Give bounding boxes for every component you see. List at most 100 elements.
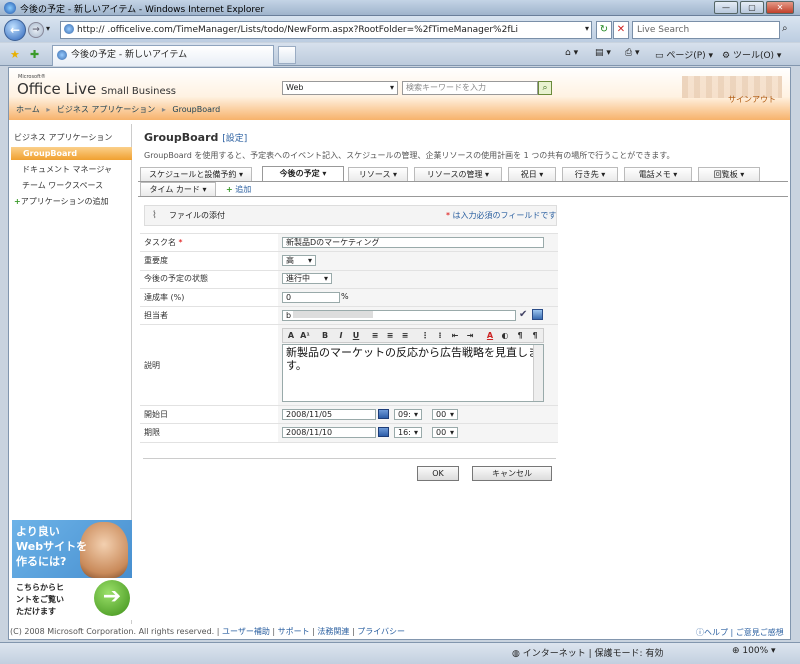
- footer-link-accessibility[interactable]: ユーザー補助: [222, 627, 270, 636]
- search-scope-select[interactable]: Web ▾: [282, 81, 398, 95]
- start-minute-value: 00: [436, 410, 447, 419]
- row-divider: [140, 270, 558, 271]
- description-editor[interactable]: 新製品のマーケットの反応から広告戦略を見直します。: [282, 344, 544, 402]
- rtl-icon[interactable]: ¶: [529, 330, 541, 341]
- feedback-link[interactable]: ご意見ご感想: [736, 628, 784, 637]
- align-center-icon[interactable]: ≡: [384, 330, 396, 341]
- cancel-button[interactable]: キャンセル: [472, 466, 552, 481]
- editor-scrollbar[interactable]: [533, 345, 543, 401]
- page-menu[interactable]: ▭ ページ(P) ▾: [655, 48, 713, 61]
- home-icon[interactable]: ⌂ ▾: [565, 48, 578, 58]
- live-search-input[interactable]: Live Search: [632, 21, 780, 39]
- tab-label: スケジュールと設備予約: [148, 170, 237, 179]
- breadcrumb-home[interactable]: ホーム: [16, 105, 40, 114]
- forward-arrow-icon[interactable]: →: [28, 22, 44, 38]
- address-book-icon[interactable]: [532, 309, 543, 320]
- footer-link-legal[interactable]: 法務関連: [317, 627, 349, 636]
- sidebar-item-document-manager[interactable]: ドキュメント マネージャ: [22, 164, 112, 175]
- due-date-input[interactable]: 2008/11/10: [282, 427, 376, 438]
- task-name-input[interactable]: 新製品Dのマーケティング: [282, 237, 544, 248]
- sidebar-item-groupboard[interactable]: GroupBoard: [11, 147, 132, 160]
- due-hour-select[interactable]: 16:: [394, 427, 422, 438]
- person-photo: [80, 522, 128, 578]
- tab-resource-mgmt[interactable]: リソースの管理 ▾: [414, 167, 502, 181]
- settings-link[interactable]: [設定]: [222, 134, 247, 144]
- tab-timecard[interactable]: タイム カード ▾: [140, 182, 216, 196]
- address-dropdown-icon[interactable]: ▾: [585, 24, 589, 33]
- italic-icon[interactable]: I: [335, 330, 347, 341]
- footer-link-privacy[interactable]: プライバシー: [357, 627, 405, 636]
- ok-button[interactable]: OK: [417, 466, 459, 481]
- window-titlebar: 今後の予定 - 新しいアイテム - Windows Internet Explo…: [0, 0, 800, 16]
- percent-input[interactable]: 0: [282, 292, 340, 303]
- numbered-list-icon[interactable]: ⋮: [419, 330, 431, 341]
- stop-icon[interactable]: ✕: [613, 21, 629, 39]
- check-names-icon[interactable]: ✔: [519, 309, 527, 320]
- help-link[interactable]: ヘルプ: [704, 628, 728, 637]
- promo-ad[interactable]: より良い Webサイトを 作るには? こちらからヒ ントをご覧い ただけます ➔: [12, 520, 132, 620]
- site-search-button[interactable]: ⌕: [538, 81, 552, 95]
- search-icon[interactable]: ⌕: [782, 23, 788, 34]
- sign-out-link[interactable]: サインアウト: [672, 94, 776, 105]
- add-favorite-icon[interactable]: ✚: [30, 48, 39, 61]
- zoom-control[interactable]: ⊕ 100% ▾: [732, 646, 776, 656]
- align-left-icon[interactable]: ≡: [369, 330, 381, 341]
- text-color-icon[interactable]: A: [484, 330, 496, 341]
- start-minute-select[interactable]: 00: [432, 409, 458, 420]
- tools-menu[interactable]: ⚙ ツール(O) ▾: [722, 48, 781, 61]
- highlight-icon[interactable]: ◐: [499, 330, 511, 341]
- tab-resources[interactable]: リソース ▾: [348, 167, 408, 181]
- tab-circular[interactable]: 回覧板 ▾: [698, 167, 760, 181]
- refresh-icon[interactable]: ↻: [596, 21, 612, 39]
- address-field[interactable]: http:// .officelive.com/TimeManager/List…: [60, 21, 592, 39]
- favorites-star-icon[interactable]: ★: [10, 48, 20, 61]
- due-hour-value: 16:: [398, 428, 411, 437]
- print-icon[interactable]: ⎙ ▾: [625, 48, 640, 58]
- outdent-icon[interactable]: ⇤: [449, 330, 461, 341]
- browser-tab[interactable]: 今後の予定 - 新しいアイテム: [52, 45, 274, 66]
- back-arrow-icon[interactable]: ←: [4, 19, 26, 41]
- tab-holidays[interactable]: 祝日 ▾: [508, 167, 556, 181]
- assigned-input[interactable]: b: [282, 310, 516, 321]
- calendar-icon[interactable]: [378, 409, 389, 419]
- font-size-icon[interactable]: A¹: [299, 330, 311, 341]
- plus-icon: +: [14, 197, 21, 206]
- bullet-list-icon[interactable]: ⁝: [434, 330, 446, 341]
- tab-label: リソース: [358, 170, 391, 179]
- footer-link-support[interactable]: サポート: [278, 627, 310, 636]
- calendar-icon[interactable]: [378, 427, 389, 437]
- new-tab-button[interactable]: [278, 46, 296, 64]
- priority-select[interactable]: 高: [282, 255, 316, 266]
- breadcrumb-apps[interactable]: ビジネス アプリケーション: [57, 105, 155, 114]
- priority-value: 高: [286, 256, 294, 265]
- tab-upcoming[interactable]: 今後の予定 ▾: [262, 166, 344, 181]
- status-select[interactable]: 進行中: [282, 273, 332, 284]
- start-hour-select[interactable]: 09:: [394, 409, 422, 420]
- ltr-icon[interactable]: ¶: [514, 330, 526, 341]
- minimize-button[interactable]: —: [714, 1, 738, 14]
- indent-icon[interactable]: ⇥: [464, 330, 476, 341]
- tab-schedule[interactable]: スケジュールと設備予約 ▾: [140, 167, 252, 181]
- maximize-button[interactable]: ▢: [740, 1, 764, 14]
- underline-icon[interactable]: U: [350, 330, 362, 341]
- feeds-icon[interactable]: ▤ ▾: [595, 48, 611, 58]
- close-button[interactable]: ✕: [766, 1, 794, 14]
- start-date-input[interactable]: 2008/11/05: [282, 409, 376, 420]
- tab-label: 回覧板: [713, 170, 738, 179]
- sidebar-add-app[interactable]: +アプリケーションの追加: [14, 196, 109, 207]
- history-dropdown-icon[interactable]: ▾: [46, 24, 50, 33]
- tab-destinations[interactable]: 行き先 ▾: [562, 167, 618, 181]
- office-live-logo[interactable]: Office Live Small Business: [17, 80, 176, 98]
- bold-icon[interactable]: B: [319, 330, 331, 341]
- sidebar-item-team-workspace[interactable]: チーム ワークスペース: [22, 180, 103, 191]
- site-search-input[interactable]: 検索キーワードを入力: [402, 81, 538, 95]
- tab-phone-memo[interactable]: 電話メモ ▾: [624, 167, 692, 181]
- arrow-right-icon[interactable]: ➔: [94, 580, 130, 616]
- font-icon[interactable]: A: [285, 330, 297, 341]
- tab-label: 行き先: [574, 170, 599, 179]
- row-divider: [140, 405, 558, 406]
- align-right-icon[interactable]: ≡: [399, 330, 411, 341]
- due-minute-select[interactable]: 00: [432, 427, 458, 438]
- add-tab-link[interactable]: + 追加: [226, 184, 251, 195]
- tab-divider-2: [138, 196, 788, 197]
